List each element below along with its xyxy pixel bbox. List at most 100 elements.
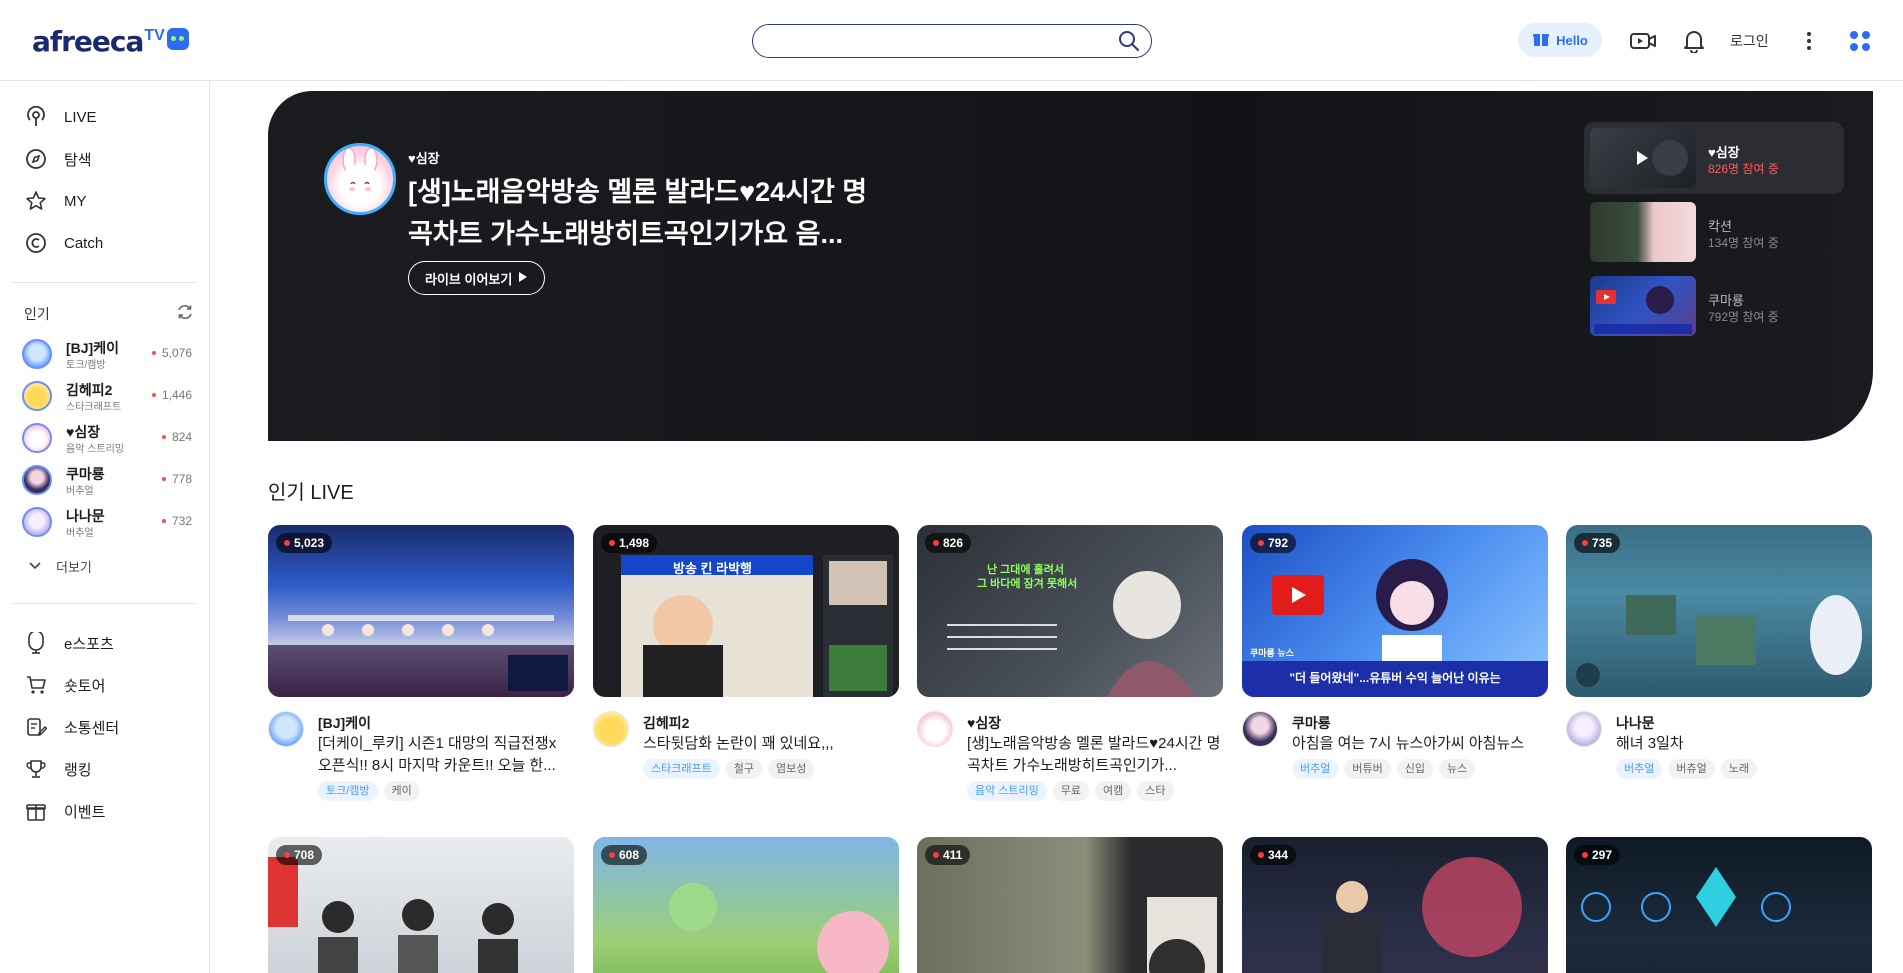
avatar (22, 423, 52, 453)
nav-item-community[interactable]: 소통센터 (24, 713, 119, 741)
search-input[interactable] (769, 31, 1099, 51)
stream-title[interactable]: 해녀 3일차 (1616, 733, 1872, 755)
category-tag[interactable]: 음악 스트리밍 (967, 781, 1047, 801)
category-tag[interactable]: 버추얼 (1292, 759, 1339, 779)
stream-thumbnail[interactable]: 608 (593, 837, 899, 973)
broadcast-camera-icon[interactable] (1628, 26, 1658, 56)
banner-side-item[interactable]: 쿠마룡 792명 참여 중 (1584, 270, 1844, 342)
popular-viewers-text: 778 (171, 472, 192, 486)
live-card[interactable]: 방송 킨 라박행 1,498 김헤피2 스타뒷담화 논란이 꽤 있네요,,, 스… (593, 525, 899, 779)
streamer-name[interactable]: 김헤피2 (643, 713, 689, 733)
live-card[interactable]: 5,023 [BJ]케이 [더케이_루키] 시즌1 대망의 직급전쟁x 오픈식!… (268, 525, 574, 801)
streamer-name[interactable]: [BJ]케이 (318, 713, 371, 733)
hashtag[interactable]: 무료 (1052, 781, 1090, 801)
avatar[interactable] (917, 711, 953, 747)
live-card[interactable]: 411 (917, 837, 1223, 973)
stream-thumbnail[interactable]: 난 그대에 홀려서 그 바다에 잠겨 못해서 826 (917, 525, 1223, 697)
nav-item-catch[interactable]: Catch (24, 229, 103, 257)
login-link[interactable]: 로그인 (1730, 31, 1769, 51)
popular-item[interactable]: [BJ]케이 토크/캠방 5,076 (22, 337, 192, 371)
nav-item-my[interactable]: MY (24, 187, 87, 215)
shopping-cart-icon (24, 673, 48, 697)
streamer-name[interactable]: 쿠마룡 (1292, 713, 1331, 733)
stream-thumbnail[interactable]: 411 (917, 837, 1223, 973)
refresh-icon[interactable] (176, 303, 194, 321)
popular-viewers-text: 5,076 (161, 346, 192, 360)
stream-title[interactable]: 스타뒷담화 논란이 꽤 있네요,,, (643, 733, 899, 755)
live-card[interactable]: 608 (593, 837, 899, 973)
banner-streamer-avatar[interactable] (324, 143, 396, 215)
live-card[interactable]: 708 (268, 837, 574, 973)
live-card[interactable]: 297 (1566, 837, 1872, 973)
popular-name: 나나문 (66, 508, 105, 524)
hashtag[interactable]: 버튜버 (1344, 759, 1391, 779)
popular-item[interactable]: 김헤피2 스타크래프트 1,446 (22, 379, 192, 413)
live-card[interactable]: 쿠마룡 뉴스 "더 들어왔네"...유튜버 수익 늘어난 이유는 792 쿠마룡… (1242, 525, 1548, 779)
nav-item-esports[interactable]: e스포츠 (24, 629, 114, 657)
hashtag[interactable]: 버츄얼 (1668, 759, 1715, 779)
hashtag[interactable]: 노래 (1720, 759, 1757, 779)
thumb-banner-text: 방송 킨 라박행 (673, 561, 752, 576)
popular-item[interactable]: 나나문 버추얼 732 (22, 505, 192, 539)
avatar[interactable] (1566, 711, 1602, 747)
continue-live-button[interactable]: 라이브 이어보기 (408, 261, 546, 295)
hashtag[interactable]: 케이 (383, 781, 420, 801)
avatar (22, 381, 52, 411)
category-tag[interactable]: 버추얼 (1616, 759, 1663, 779)
nav-item-shop[interactable]: 숏토어 (24, 671, 105, 699)
live-dot-icon (151, 393, 156, 397)
stream-thumbnail[interactable]: 방송 킨 라박행 1,498 (593, 525, 899, 697)
hashtag[interactable]: 뉴스 (1439, 759, 1476, 779)
banner-side-item[interactable]: ♥심장 826명 참여 중 (1584, 122, 1844, 194)
category-tag[interactable]: 스타크래프트 (643, 759, 720, 779)
live-card[interactable]: 난 그대에 홀려서 그 바다에 잠겨 못해서 826 ♥심장 [생]노래음악방송… (917, 525, 1223, 801)
tag-list: 버추얼 버튜버 신입 뉴스 (1292, 759, 1476, 779)
popular-item[interactable]: ♥심장 음악 스트리밍 824 (22, 421, 192, 455)
hello-event-button[interactable]: Hello (1518, 23, 1602, 57)
search-bar[interactable] (752, 24, 1152, 58)
stream-title[interactable]: [생]노래음악방송 멜론 발라드♥24시간 명곡차트 가수노래방히트곡인기가..… (967, 733, 1223, 777)
streamer-name[interactable]: ♥심장 (967, 713, 1001, 733)
stream-thumbnail[interactable]: 297 (1566, 837, 1872, 973)
stream-title[interactable]: 아침을 여는 7시 뉴스아가씨 아침뉴스 (1292, 733, 1548, 755)
show-more-button[interactable]: 더보기 (28, 557, 92, 576)
popular-viewers-text: 732 (171, 514, 192, 528)
popular-item[interactable]: 쿠마룡 버추얼 778 (22, 463, 192, 497)
stream-thumbnail[interactable]: 344 (1242, 837, 1548, 973)
nav-item-event[interactable]: 이벤트 (24, 797, 105, 825)
popular-viewer-count: 5,076 (151, 346, 192, 360)
featured-live-banner[interactable]: ♥심장 [생]노래음악방송 멜론 발라드♥24시간 명곡차트 가수노래방히트곡인… (268, 91, 1873, 441)
streamer-name[interactable]: 나나문 (1616, 713, 1655, 733)
apps-grid-icon[interactable] (1845, 26, 1875, 56)
nav-item-live[interactable]: LIVE (24, 103, 97, 131)
side-thumbnail (1590, 276, 1696, 336)
stream-title[interactable]: [더케이_루키] 시즌1 대망의 직급전쟁x 오픈식!! 8시 마지막 카운트!… (318, 733, 574, 777)
avatar[interactable] (1242, 711, 1278, 747)
stream-thumbnail[interactable]: 5,023 (268, 525, 574, 697)
nav-item-ranking[interactable]: 랭킹 (24, 755, 92, 783)
hashtag[interactable]: 철구 (725, 759, 762, 779)
stream-thumbnail[interactable]: 708 (268, 837, 574, 973)
notification-bell-icon[interactable] (1679, 26, 1709, 56)
popular-viewer-count: 778 (161, 472, 192, 486)
hashtag[interactable]: 스타 (1137, 781, 1174, 801)
stream-thumbnail[interactable]: 735 (1566, 525, 1872, 697)
avatar[interactable] (593, 711, 629, 747)
live-card[interactable]: 344 (1242, 837, 1548, 973)
stream-thumbnail[interactable]: 쿠마룡 뉴스 "더 들어왔네"...유튜버 수익 늘어난 이유는 792 (1242, 525, 1548, 697)
banner-side-item[interactable]: 칵션 134명 참여 중 (1584, 196, 1844, 268)
avatar[interactable] (268, 711, 304, 747)
hashtag[interactable]: 염보성 (767, 759, 815, 779)
category-tag[interactable]: 토크/캠방 (318, 781, 378, 801)
viewer-count-badge: 708 (276, 845, 323, 865)
side-viewers: 134명 참여 중 (1708, 236, 1779, 250)
hashtag[interactable]: 신입 (1396, 759, 1433, 779)
banner-streamer-name[interactable]: ♥심장 (408, 148, 440, 167)
nav-item-explore[interactable]: 탐색 (24, 145, 92, 173)
search-icon[interactable] (1117, 29, 1143, 53)
banner-title[interactable]: [생]노래음악방송 멜론 발라드♥24시간 명곡차트 가수노래방히트곡인기가요 … (408, 171, 878, 255)
hashtag[interactable]: 여캠 (1095, 781, 1132, 801)
more-vertical-icon[interactable] (1794, 26, 1824, 56)
afreecatv-logo[interactable]: afreeca TV (32, 25, 189, 58)
live-card[interactable]: 735 나나문 해녀 3일차 버추얼 버츄얼 노래 (1566, 525, 1872, 779)
